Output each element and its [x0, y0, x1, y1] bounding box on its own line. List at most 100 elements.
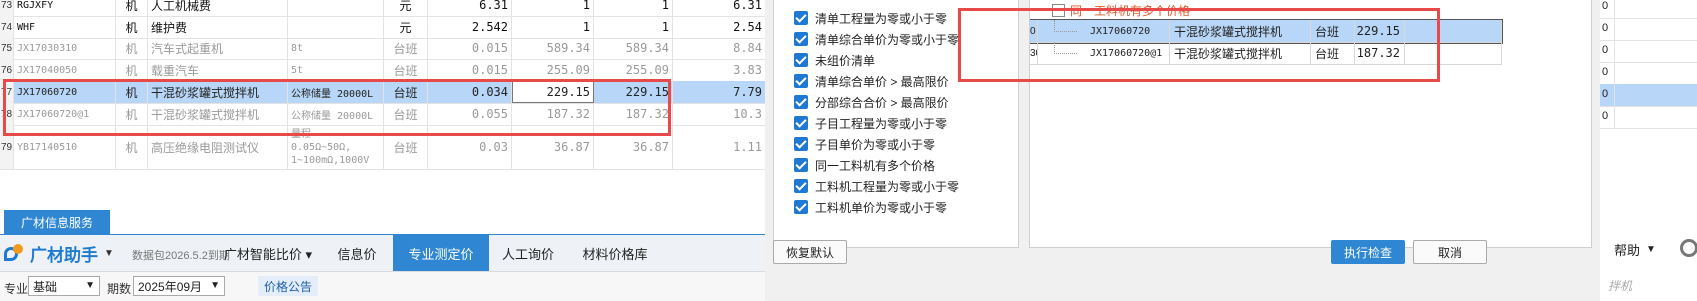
check-option-label: 工料机单价为零或小于零	[815, 200, 948, 215]
spec-line: 1~100mΩ,1000V	[291, 154, 370, 166]
material-name: 高压绝缘电阻测试仪	[148, 125, 288, 169]
result-row-number: 30	[1030, 42, 1038, 64]
check-option[interactable]: 未组价清单	[794, 50, 875, 70]
nav-material-price-library[interactable]: 材料价格库	[570, 235, 660, 271]
material-price[interactable]: 229.15	[512, 81, 594, 103]
spec-line: 0.05Ω~50Ω,	[291, 141, 352, 153]
material-unit: 台班	[384, 59, 428, 81]
help-label: 帮助	[1614, 243, 1641, 258]
table-row[interactable]: 74 WHF 机维护费元 2.542 1 1 2.54	[0, 16, 765, 39]
guangcai-logo[interactable]: 广材助手 ▼	[4, 241, 114, 266]
result-price: 187.32	[1355, 42, 1405, 64]
chevron-down-icon: ▼	[1646, 244, 1656, 255]
check-option-label: 清单综合单价为零或小于零	[815, 32, 960, 47]
group-checkbox[interactable]	[1052, 4, 1065, 17]
period-value: 2025年09月	[138, 279, 203, 294]
material-code: JX17030310	[14, 37, 116, 59]
check-option[interactable]: 清单综合单价为零或小于零	[794, 29, 959, 49]
table-row[interactable]: 73 RGJXFY 机人工机械费元 6.31 1 1 6.31	[0, 0, 765, 17]
guangcai-logo-icon	[4, 243, 26, 264]
checkbox-checked-icon[interactable]	[794, 179, 808, 193]
major-label: 专业	[4, 282, 29, 296]
material-spec: 8t	[288, 37, 384, 59]
table-row[interactable]: 76 JX17040050 机载重汽车 5t 台班 0.015 255.09 255.09 3.…	[0, 59, 765, 82]
info-service-tab-strip: 广材信息服务	[0, 210, 765, 235]
check-dialog: 清单工程量为零或小于零清单综合单价为零或小于零未组价清单 清单综合单价 > 最高限…	[765, 0, 1600, 301]
table-row[interactable]: 79 YB17140510 机高压绝缘电阻测试仪 量程 0.05Ω~50Ω, 1~100m…	[0, 125, 765, 170]
material-code: YB17140510	[14, 125, 116, 169]
material-type: 机	[116, 0, 148, 16]
row-number: 75	[0, 37, 14, 59]
amount: 6.31	[733, 0, 762, 12]
material-name: 干混砂浆罐式搅拌机	[148, 81, 288, 103]
background-row: 0	[1600, 0, 1697, 19]
help-menu[interactable]: 帮助 ▼	[1614, 240, 1656, 259]
cancel-button[interactable]: 取消	[1413, 240, 1487, 264]
checkbox-checked-icon[interactable]	[794, 53, 808, 67]
checkbox-checked-icon[interactable]	[794, 74, 808, 88]
result-row[interactable]: 0 JX17060720 干混砂浆罐式搅拌机 台班 229.15	[1030, 19, 1503, 44]
material-price: 36.87	[512, 125, 594, 169]
material-type: 机	[116, 59, 148, 81]
settings-gear-icon[interactable]	[1680, 239, 1697, 257]
material-price: 255.09	[512, 59, 594, 81]
nav-professional-price[interactable]: 专业测定价	[393, 235, 489, 271]
restore-defaults-button[interactable]: 恢复默认	[773, 240, 847, 264]
nav-info-price[interactable]: 信息价	[322, 235, 392, 271]
result-unit: 台班	[1311, 42, 1355, 64]
checkbox-checked-icon[interactable]	[794, 158, 808, 172]
material-unit: 元	[384, 0, 428, 16]
checkbox-checked-icon[interactable]	[794, 137, 808, 151]
check-option[interactable]: 子目单价为零或小于零	[794, 134, 935, 154]
amount: 8.84	[733, 41, 762, 55]
table-row[interactable]: 77 JX17060720 机干混砂浆罐式搅拌机 公称储量 20000L 台班 0.034…	[0, 81, 765, 104]
result-row-number: 0	[1030, 20, 1038, 42]
material-code: JX17040050	[14, 59, 116, 81]
material-code: RGJXFY	[14, 0, 116, 16]
checkbox-checked-icon[interactable]	[794, 32, 808, 46]
result-name: 干混砂浆罐式搅拌机	[1170, 20, 1311, 42]
amount: 10.3	[733, 107, 762, 121]
checkbox-checked-icon[interactable]	[794, 11, 808, 25]
price-notice-link[interactable]: 价格公告	[258, 276, 319, 296]
check-option[interactable]: 工料机单价为零或小于零	[794, 197, 947, 217]
check-option-label: 分部综合合价 > 最高限价	[815, 95, 949, 110]
period-select[interactable]: 2025年09月 ▼	[133, 276, 225, 296]
column-divider	[1614, 0, 1615, 18]
check-option[interactable]: 清单工程量为零或小于零	[794, 8, 947, 28]
market-price: 255.09	[594, 59, 673, 81]
nav-labor-inquiry[interactable]: 人工询价	[490, 235, 566, 271]
tab-guangcai-info-service[interactable]: 广材信息服务	[4, 210, 110, 234]
result-group-header[interactable]: 同一工料机有多个价格	[1052, 2, 1190, 19]
check-option[interactable]: 工料机工程量为零或小于零	[794, 176, 959, 196]
background-cell-value: 0	[1602, 0, 1609, 12]
chevron-down-icon[interactable]: ▼	[104, 248, 114, 259]
column-divider	[1614, 62, 1615, 84]
major-select[interactable]: 基础 ▼	[28, 276, 100, 296]
check-results-panel: 同一工料机有多个价格 0 JX17060720 干混砂浆罐式搅拌机 台班 229.15 3…	[1029, 0, 1592, 248]
nav-smart-price-compare[interactable]: 广材智能比价 ▾	[216, 235, 320, 271]
material-unit: 台班	[384, 125, 428, 169]
table-row[interactable]: 75 JX17030310 机汽车式起重机 8t 台班 0.015 589.34 589.34…	[0, 37, 765, 60]
checkbox-checked-icon[interactable]	[794, 200, 808, 214]
check-option[interactable]: 同一工料机有多个价格	[794, 155, 935, 175]
period-label: 期数	[107, 282, 132, 296]
material-type: 机	[116, 125, 148, 169]
material-price: 1	[512, 0, 594, 16]
table-row[interactable]: 78 JX17060720@1 机干混砂浆罐式搅拌机 公称储量 20000L 台班 0.0…	[0, 103, 765, 126]
check-option[interactable]: 子目工程量为零或小于零	[794, 113, 947, 133]
amount: 3.83	[733, 63, 762, 77]
background-row: 0	[1600, 18, 1697, 41]
material-type: 机	[116, 16, 148, 38]
checkbox-checked-icon[interactable]	[794, 95, 808, 109]
market-price: 229.15	[594, 81, 673, 103]
run-check-button[interactable]: 执行检查	[1331, 240, 1405, 264]
material-spec	[288, 0, 384, 16]
check-option[interactable]: 分部综合合价 > 最高限价	[794, 92, 949, 112]
checkbox-checked-icon[interactable]	[794, 116, 808, 130]
result-unit: 台班	[1311, 20, 1355, 42]
result-row[interactable]: 30JX17060720@1干混砂浆罐式搅拌机台班187.32	[1030, 42, 1502, 65]
check-option[interactable]: 清单综合单价 > 最高限价	[794, 71, 949, 91]
material-quantity: 0.055	[428, 103, 512, 125]
material-spec: 公称储量 20000L	[288, 81, 384, 103]
